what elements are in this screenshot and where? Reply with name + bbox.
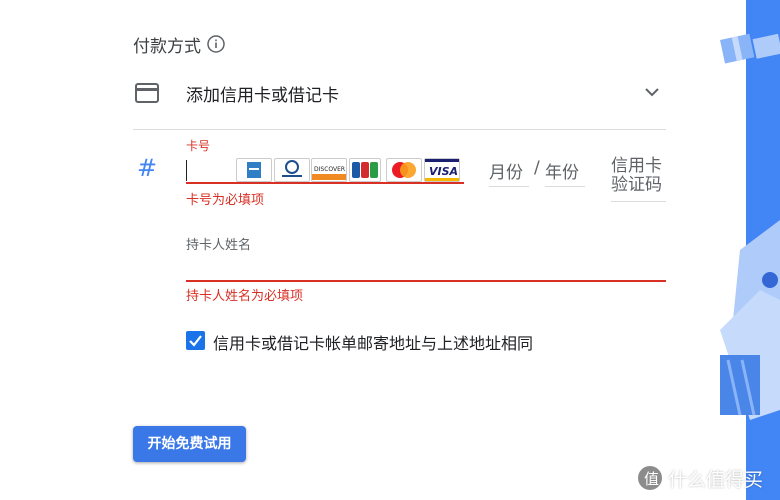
mastercard-logo	[386, 158, 422, 182]
hash-icon: #	[137, 154, 158, 182]
expiry-month-input[interactable]: 月份	[489, 158, 523, 183]
start-free-trial-button[interactable]: 开始免费试用	[133, 426, 246, 462]
gift-illustration	[720, 0, 780, 500]
chevron-down-icon[interactable]	[644, 86, 660, 98]
cvc-underline	[611, 201, 666, 202]
info-icon[interactable]	[207, 35, 225, 53]
expiry-year-underline	[545, 186, 585, 187]
credit-card-icon	[135, 83, 159, 103]
cardholder-name-input[interactable]: 持卡人姓名	[186, 234, 251, 253]
add-card-label[interactable]: 添加信用卡或借记卡	[186, 81, 339, 106]
amex-logo	[236, 158, 272, 182]
expiry-month-underline	[489, 186, 529, 187]
card-number-underline	[186, 182, 464, 184]
cardholder-error: 持卡人姓名为必填项	[186, 289, 304, 304]
svg-text:VISA: VISA	[429, 165, 458, 178]
diners-club-logo	[274, 158, 310, 182]
svg-text:值: 值	[644, 470, 659, 488]
discover-logo: DISCOVER	[311, 158, 347, 182]
watermark-text: 什么值得买	[668, 469, 764, 491]
watermark: 值 什么值得买	[634, 462, 780, 494]
card-number-input[interactable]	[186, 160, 187, 181]
visa-logo: VISA	[424, 158, 460, 182]
jcb-logo	[349, 158, 381, 182]
expiry-year-input[interactable]: 年份	[545, 158, 579, 183]
cardholder-underline	[186, 280, 666, 282]
billing-same-checkbox[interactable]	[186, 331, 205, 350]
expiry-separator: /	[534, 158, 540, 178]
watermark-logo-icon: 值	[638, 466, 662, 490]
divider	[133, 129, 666, 130]
checkmark-icon	[189, 335, 202, 347]
svg-text:DISCOVER: DISCOVER	[314, 166, 345, 173]
card-number-error: 卡号为必填项	[186, 193, 265, 208]
billing-same-label[interactable]: 信用卡或借记卡帐单邮寄地址与上述地址相同	[213, 330, 533, 354]
card-number-label: 卡号	[186, 139, 211, 153]
section-title: 付款方式	[133, 37, 201, 57]
cvc-input[interactable]: 信用卡验证码	[611, 157, 663, 195]
